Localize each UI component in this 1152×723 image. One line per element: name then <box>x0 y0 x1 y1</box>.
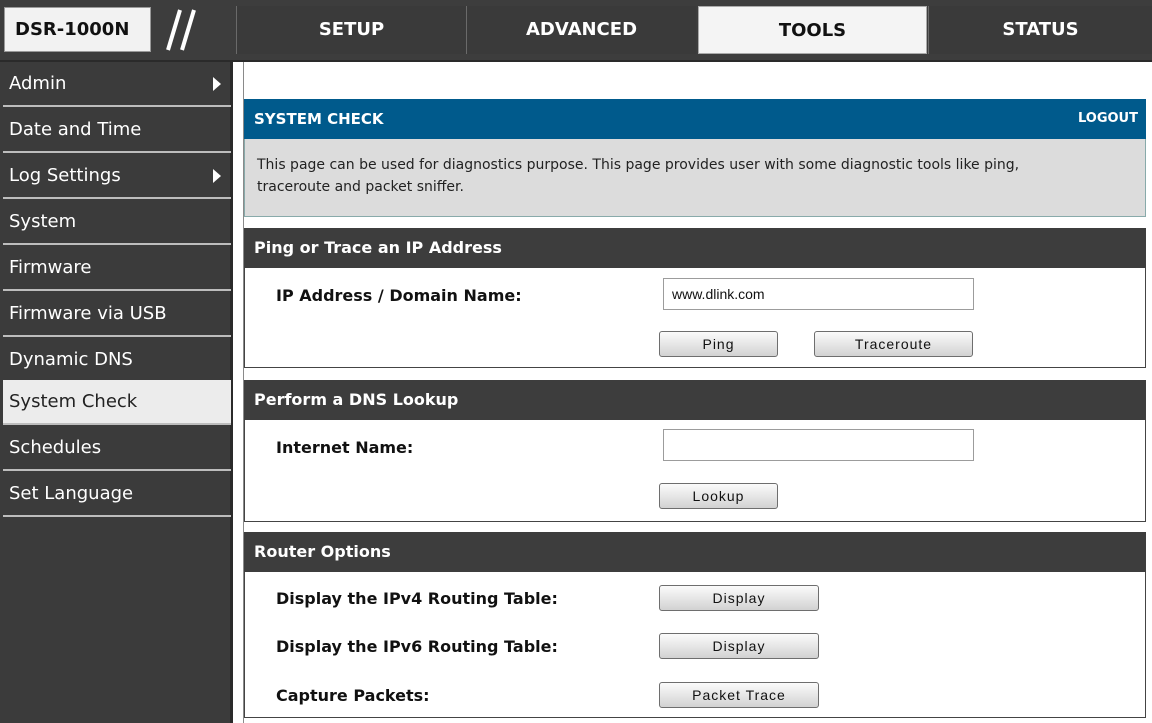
display-ipv4-button[interactable]: Display <box>659 585 819 611</box>
brand-slashes-icon <box>166 9 196 51</box>
sidebar-item-dynamic-dns[interactable]: Dynamic DNS <box>3 338 231 383</box>
section-title-dns: Perform a DNS Lookup <box>244 380 1146 420</box>
sidebar-item-firmware-via-usb[interactable]: Firmware via USB <box>3 292 231 337</box>
sidebar-item-label: Date and Time <box>9 119 142 140</box>
top-navigation-bar: DSR-1000N SETUP ADVANCED TOOLS STATUS <box>0 0 1152 62</box>
tab-setup[interactable]: SETUP <box>236 6 466 54</box>
sidebar-item-system-check[interactable]: System Check <box>3 380 231 425</box>
traceroute-button[interactable]: Traceroute <box>814 331 973 357</box>
capture-packets-label: Capture Packets: <box>276 686 430 705</box>
sidebar-item-label: Firmware <box>9 257 92 278</box>
sidebar-item-firmware[interactable]: Firmware <box>3 246 231 291</box>
sidebar-item-system[interactable]: System <box>3 200 231 245</box>
internet-name-label: Internet Name: <box>276 438 414 457</box>
page-title-bar: SYSTEM CHECK LOGOUT <box>244 99 1146 139</box>
sidebar-item-label: Set Language <box>9 483 134 504</box>
display-ipv6-button[interactable]: Display <box>659 633 819 659</box>
ipv4-routing-label: Display the IPv4 Routing Table: <box>276 589 558 608</box>
lookup-button[interactable]: Lookup <box>659 483 778 509</box>
sidebar-item-label: System <box>9 211 77 232</box>
sidebar-item-label: Dynamic DNS <box>9 349 133 370</box>
page-description: This page can be used for diagnostics pu… <box>244 139 1146 217</box>
ip-address-label: IP Address / Domain Name: <box>276 286 522 305</box>
packet-trace-button[interactable]: Packet Trace <box>659 682 819 708</box>
description-line: traceroute and packet sniffer. <box>257 179 464 195</box>
section-title-ping: Ping or Trace an IP Address <box>244 228 1146 268</box>
ip-address-input[interactable]: www.dlink.com <box>663 278 974 310</box>
sidebar-item-label: Log Settings <box>9 165 121 186</box>
device-model-label: DSR-1000N <box>4 7 151 52</box>
sidebar-item-admin[interactable]: Admin <box>3 62 231 107</box>
ping-button[interactable]: Ping <box>659 331 778 357</box>
internet-name-input[interactable] <box>663 429 974 461</box>
section-title-router-options: Router Options <box>244 532 1146 572</box>
tab-status[interactable]: STATUS <box>928 6 1152 54</box>
page-title: SYSTEM CHECK <box>254 110 384 128</box>
sidebar-item-label: Schedules <box>9 437 102 458</box>
description-line: This page can be used for diagnostics pu… <box>257 157 1020 173</box>
submenu-arrow-icon <box>213 169 221 183</box>
sidebar: Admin Date and Time Log Settings System … <box>0 62 233 723</box>
sidebar-item-schedules[interactable]: Schedules <box>3 426 231 471</box>
ipv6-routing-label: Display the IPv6 Routing Table: <box>276 637 558 656</box>
sidebar-item-log-settings[interactable]: Log Settings <box>3 154 231 199</box>
sidebar-item-date-and-time[interactable]: Date and Time <box>3 108 231 153</box>
sidebar-item-label: Admin <box>9 73 67 94</box>
sidebar-item-label: System Check <box>9 391 138 412</box>
tab-tools[interactable]: TOOLS <box>698 6 927 54</box>
sidebar-item-label: Firmware via USB <box>9 303 167 324</box>
submenu-arrow-icon <box>213 77 221 91</box>
logout-link[interactable]: LOGOUT <box>1078 111 1138 126</box>
tab-advanced[interactable]: ADVANCED <box>466 6 696 54</box>
sidebar-item-set-language[interactable]: Set Language <box>3 472 231 517</box>
